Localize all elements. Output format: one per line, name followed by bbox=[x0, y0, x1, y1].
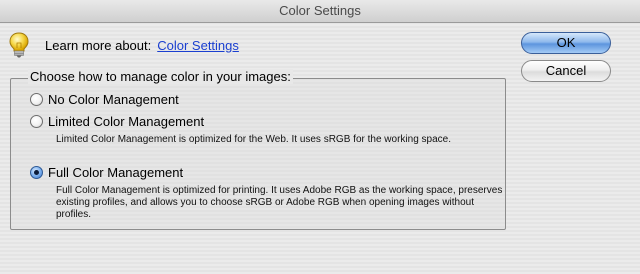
full-description-line-3: profiles. bbox=[56, 209, 92, 220]
limited-description: Limited Color Management is optimized fo… bbox=[56, 134, 451, 145]
group-legend: Choose how to manage color in your image… bbox=[28, 69, 293, 84]
cancel-button[interactable]: Cancel bbox=[521, 60, 611, 82]
radio-button-selected[interactable] bbox=[30, 166, 43, 179]
radio-button[interactable] bbox=[30, 115, 43, 128]
radio-selected-dot bbox=[34, 170, 39, 175]
full-description-line-2: existing profiles, and allows you to cho… bbox=[56, 197, 475, 208]
full-description-line-1: Full Color Management is optimized for p… bbox=[56, 185, 503, 196]
radio-no-color-management[interactable]: No Color Management bbox=[30, 92, 179, 107]
radio-label-full-color-management[interactable]: Full Color Management bbox=[48, 165, 183, 180]
radio-button[interactable] bbox=[30, 93, 43, 106]
radio-full-color-management[interactable]: Full Color Management bbox=[30, 165, 183, 180]
radio-limited-color-management[interactable]: Limited Color Management bbox=[30, 114, 204, 129]
window-title: Color Settings bbox=[0, 0, 640, 23]
help-prefix-text: Learn more about: bbox=[45, 37, 152, 53]
color-settings-help-link[interactable]: Color Settings bbox=[157, 38, 239, 53]
ok-button[interactable]: OK bbox=[521, 32, 611, 54]
help-row: Learn more about: Color Settings bbox=[8, 32, 239, 58]
radio-label-no-color-management[interactable]: No Color Management bbox=[48, 92, 179, 107]
lightbulb-icon bbox=[8, 32, 30, 58]
radio-label-limited-color-management[interactable]: Limited Color Management bbox=[48, 114, 204, 129]
